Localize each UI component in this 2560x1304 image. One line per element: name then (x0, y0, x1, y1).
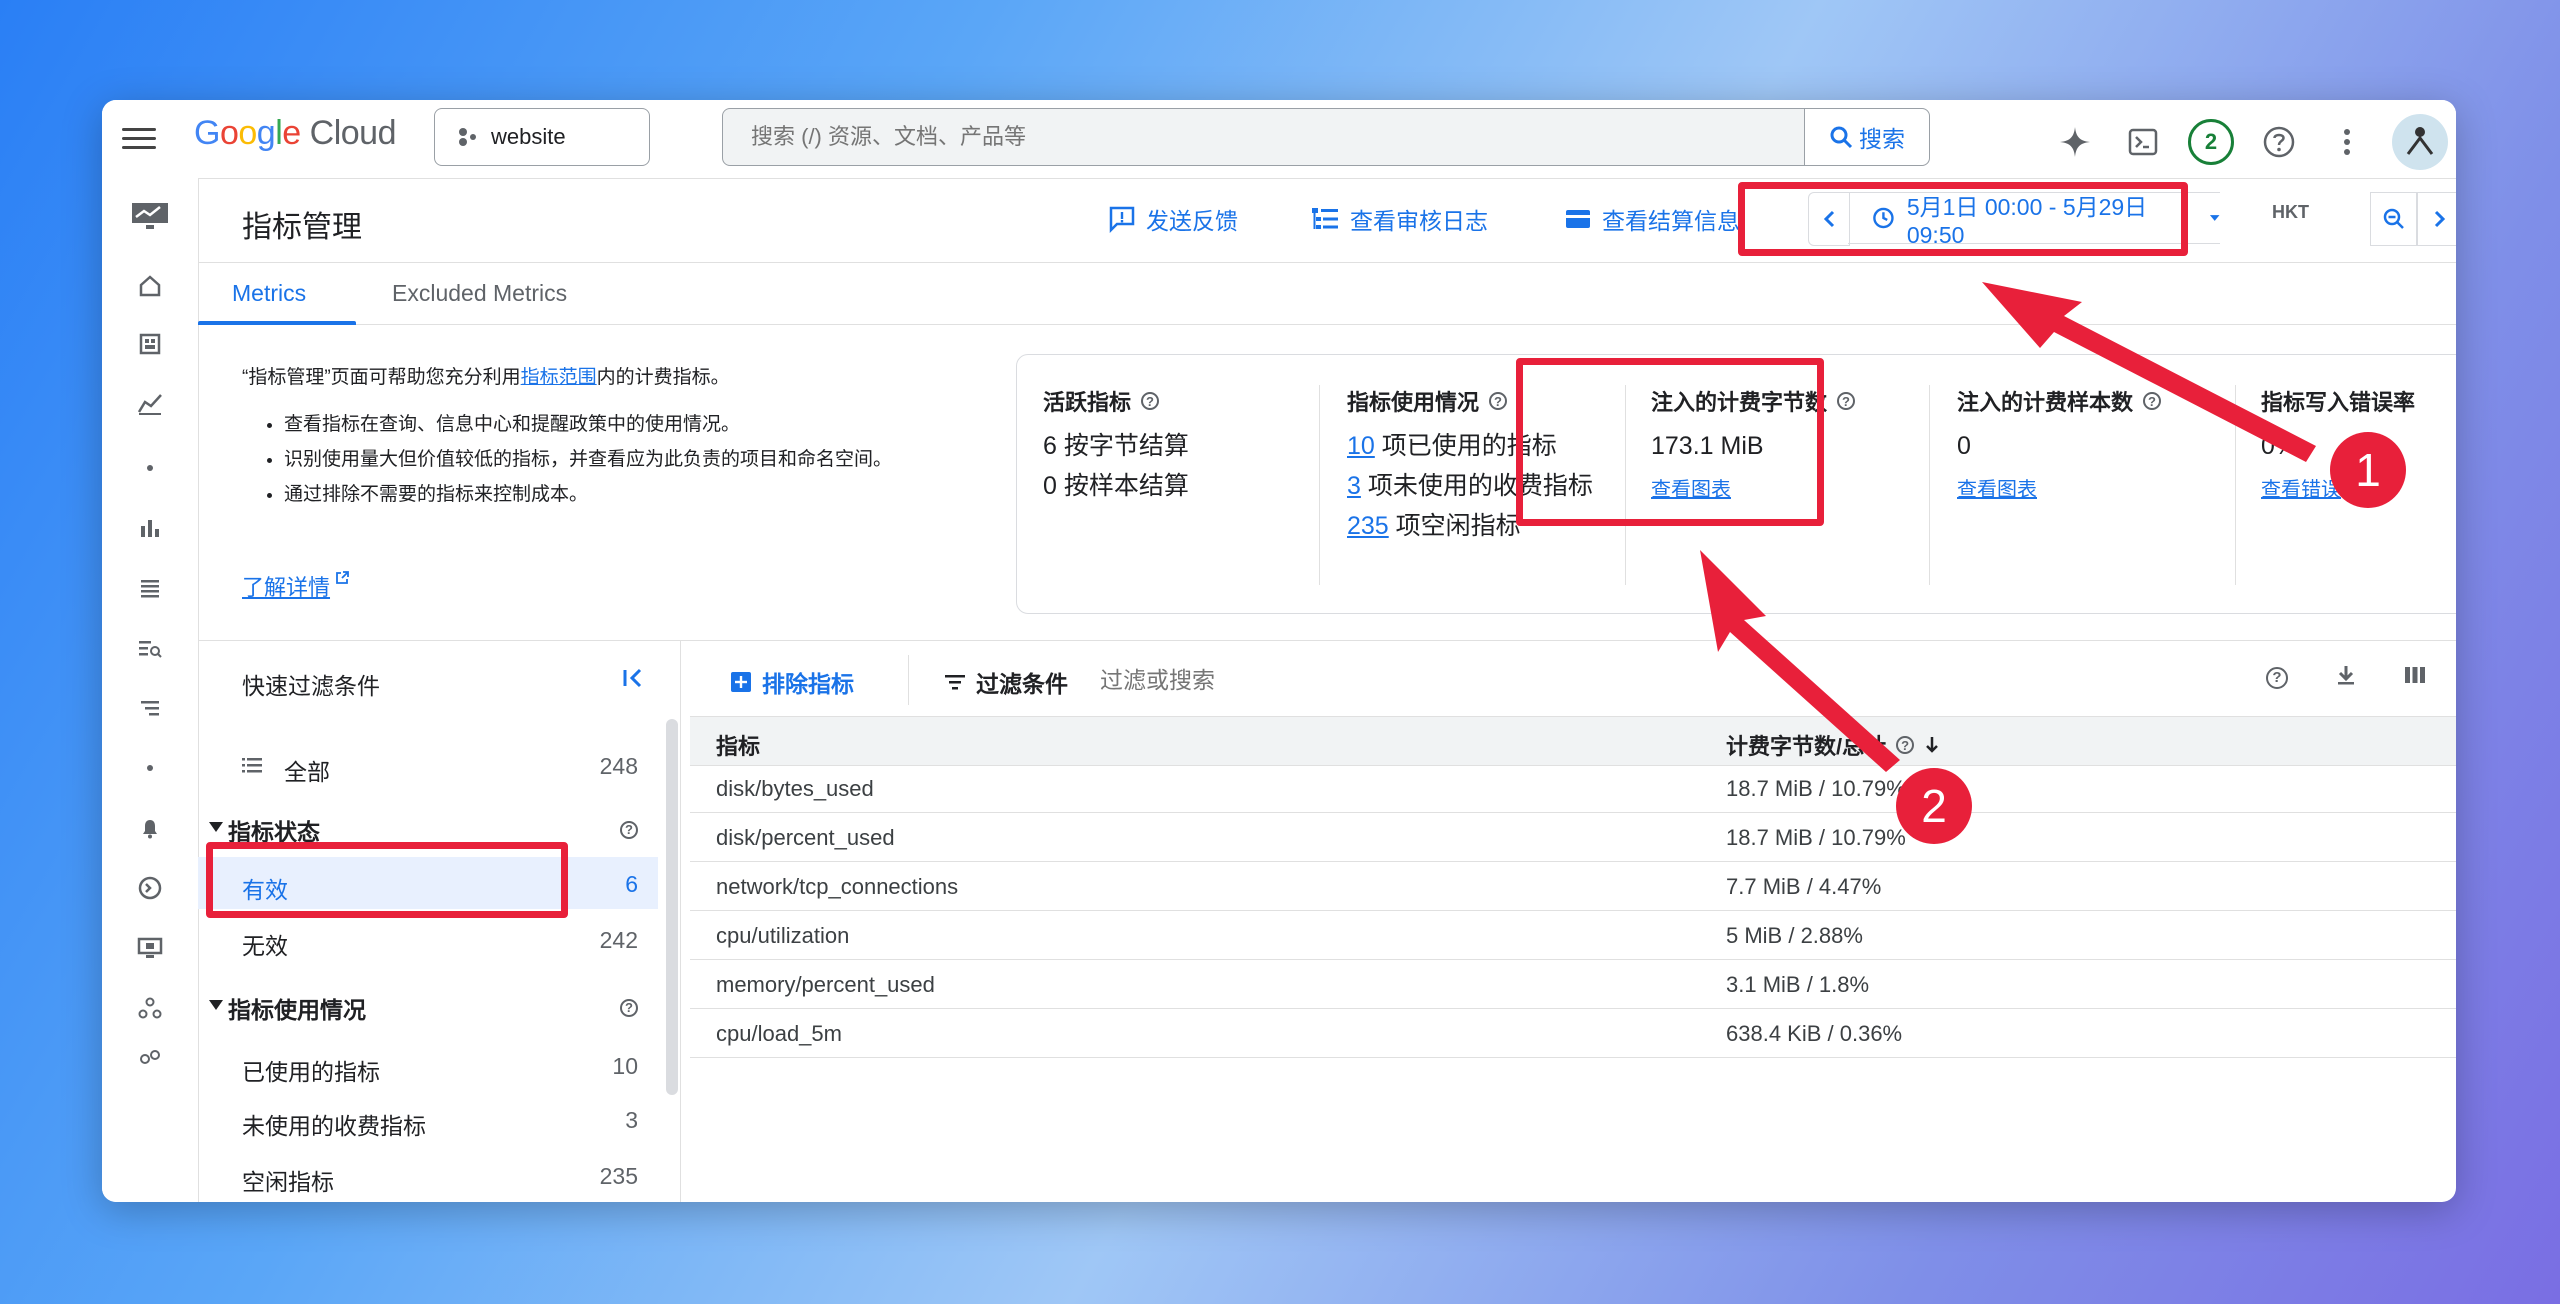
arrow-2 (1700, 550, 1900, 772)
annotation-marker-1: 1 (2330, 432, 2406, 508)
arrow-1 (1982, 282, 2316, 462)
annotation-marker-2: 2 (1896, 768, 1972, 844)
annotation-arrows (1700, 282, 2316, 772)
